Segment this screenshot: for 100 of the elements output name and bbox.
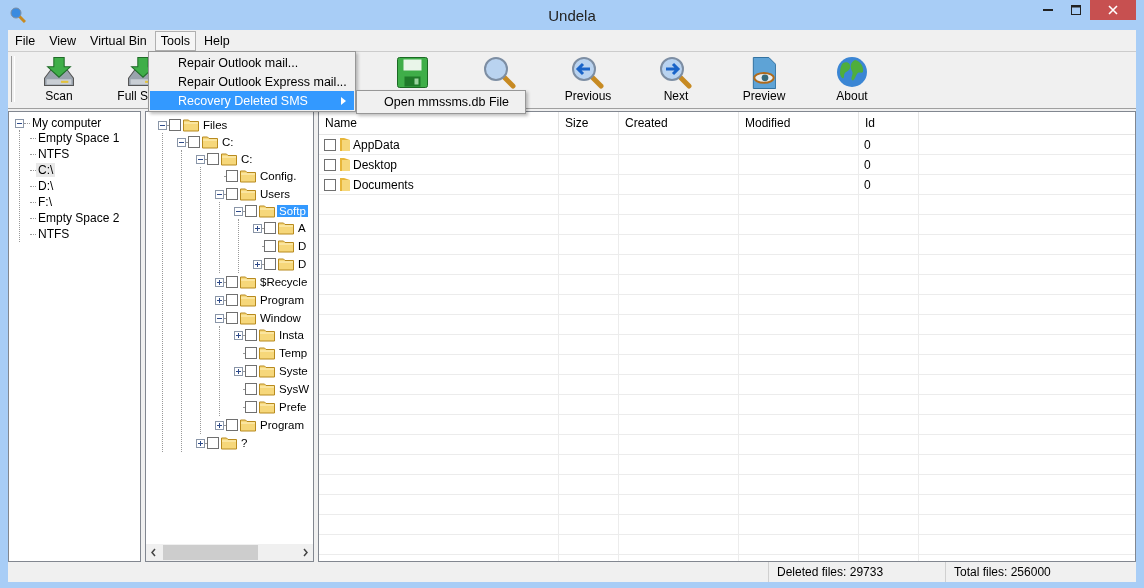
- tree-item[interactable]: D: [296, 258, 309, 270]
- table-cell: 0: [864, 137, 871, 152]
- checkbox[interactable]: [188, 136, 200, 148]
- tree-item[interactable]: Config.: [258, 170, 299, 182]
- tree-item[interactable]: NTFS: [36, 227, 72, 241]
- globe-icon: [837, 57, 867, 87]
- tree-item[interactable]: Prefe: [277, 401, 309, 413]
- menu-item[interactable]: Open mmssms.db File: [358, 92, 524, 112]
- folder-icon: [259, 328, 275, 342]
- column-header[interactable]: Size: [559, 112, 619, 134]
- checkbox[interactable]: [245, 347, 257, 359]
- checkbox[interactable]: [207, 153, 219, 165]
- folder-icon: [240, 418, 256, 432]
- tree-item[interactable]: C:: [239, 153, 255, 165]
- expand-icon[interactable]: [253, 259, 262, 269]
- checkbox[interactable]: [207, 437, 219, 449]
- toolbar-button[interactable]: Next: [632, 52, 720, 106]
- folder-icon: [339, 157, 351, 172]
- column-header[interactable]: Id: [859, 112, 919, 134]
- menu-item[interactable]: Virtual Bin: [84, 30, 153, 51]
- collapse-icon[interactable]: [215, 189, 224, 199]
- checkbox[interactable]: [245, 205, 257, 217]
- expand-icon[interactable]: [215, 277, 224, 287]
- table-cell: 0: [864, 177, 871, 192]
- collapse-icon[interactable]: [158, 120, 167, 130]
- checkbox[interactable]: [169, 119, 181, 131]
- horizontal-scrollbar[interactable]: [146, 544, 313, 561]
- tree-item[interactable]: $Recycle: [258, 276, 310, 288]
- collapse-icon[interactable]: [196, 154, 205, 164]
- toolbar-button[interactable]: Scan: [15, 52, 103, 106]
- toolbar-button[interactable]: Preview: [720, 52, 808, 106]
- tree-item[interactable]: Files: [201, 119, 230, 131]
- checkbox[interactable]: [226, 294, 238, 306]
- tree-item[interactable]: Insta: [277, 329, 306, 341]
- expand-icon[interactable]: [196, 438, 205, 448]
- toolbar-button[interactable]: About: [808, 52, 896, 106]
- checkbox[interactable]: [324, 158, 336, 171]
- expand-icon[interactable]: [215, 295, 224, 305]
- checkbox[interactable]: [245, 401, 257, 413]
- checkbox[interactable]: [264, 258, 276, 270]
- checkbox[interactable]: [324, 178, 336, 191]
- collapse-icon[interactable]: [215, 313, 224, 323]
- menu-item[interactable]: Repair Outlook mail...: [150, 53, 354, 72]
- tree-item[interactable]: ?: [239, 437, 250, 449]
- folder-icon: [259, 382, 275, 396]
- menu-item[interactable]: Repair Outlook Express mail...: [150, 72, 354, 91]
- tree-item[interactable]: Users: [258, 188, 293, 200]
- checkbox[interactable]: [245, 365, 257, 377]
- expand-icon[interactable]: [234, 330, 243, 340]
- expand-icon[interactable]: [215, 420, 224, 430]
- collapse-icon[interactable]: [15, 118, 24, 128]
- tree-item[interactable]: Empty Space 1: [36, 131, 122, 145]
- folder-icon: [278, 257, 294, 271]
- folder-icon: [259, 400, 275, 414]
- menu-item[interactable]: Tools: [154, 30, 196, 51]
- tree-item[interactable]: D:\: [36, 179, 56, 193]
- menu-item[interactable]: Help: [197, 30, 236, 51]
- maximize-icon: [1071, 5, 1081, 15]
- expand-icon[interactable]: [253, 223, 262, 233]
- checkbox[interactable]: [264, 222, 276, 234]
- window-title: Undela: [547, 6, 597, 24]
- scroll-right-icon[interactable]: [302, 548, 309, 557]
- checkbox[interactable]: [245, 329, 257, 341]
- checkbox[interactable]: [226, 188, 238, 200]
- menu-item[interactable]: View: [43, 30, 83, 51]
- checkbox[interactable]: [226, 276, 238, 288]
- collapse-icon[interactable]: [234, 206, 243, 216]
- collapse-icon[interactable]: [177, 137, 186, 147]
- tree-item[interactable]: Program: [258, 294, 307, 306]
- tree-item[interactable]: Temp: [277, 347, 310, 359]
- column-header[interactable]: Created: [619, 112, 739, 134]
- table-cell: Desktop: [353, 157, 398, 172]
- magnifier-icon: [10, 7, 26, 23]
- folder-icon: [339, 177, 351, 192]
- tree-item[interactable]: Syste: [277, 365, 310, 377]
- tree-item[interactable]: F:\: [36, 195, 54, 209]
- tree-item[interactable]: SysW: [277, 383, 312, 395]
- tree-item[interactable]: D: [296, 240, 309, 252]
- checkbox[interactable]: [264, 240, 276, 252]
- tree-item[interactable]: NTFS: [36, 147, 72, 161]
- scroll-left-icon[interactable]: [150, 548, 157, 557]
- checkbox[interactable]: [226, 312, 238, 324]
- menu-item[interactable]: File: [9, 30, 42, 51]
- checkbox[interactable]: [324, 138, 336, 151]
- column-header[interactable]: Modified: [739, 112, 859, 134]
- expand-icon[interactable]: [234, 366, 243, 376]
- toolbar-button[interactable]: Previous: [544, 52, 632, 106]
- checkbox[interactable]: [245, 383, 257, 395]
- checkbox[interactable]: [226, 419, 238, 431]
- tree-item[interactable]: My computer: [30, 116, 104, 130]
- tree-item[interactable]: Window: [258, 312, 303, 324]
- search-icon: [484, 57, 516, 89]
- folder-icon: [259, 364, 275, 378]
- tree-item[interactable]: Empty Space 2: [36, 211, 122, 225]
- tree-item[interactable]: A: [296, 222, 308, 234]
- folder-icon: [240, 293, 256, 307]
- checkbox[interactable]: [226, 170, 238, 182]
- tree-item[interactable]: C:: [220, 136, 236, 148]
- tree-item[interactable]: C:\: [36, 163, 56, 177]
- tree-item[interactable]: Program: [258, 419, 307, 431]
